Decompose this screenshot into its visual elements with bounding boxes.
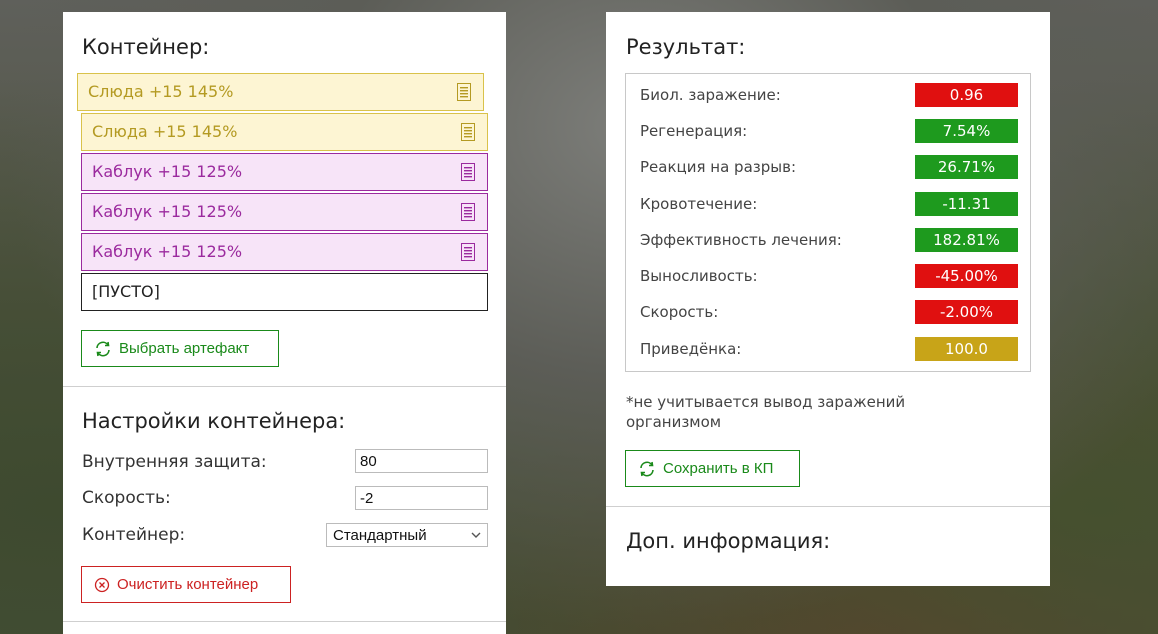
artifact-slot-label: Каблук +15 125% [92,202,243,221]
divider [606,506,1050,507]
artifact-slot-label: Слюда +15 145% [88,82,234,101]
result-value: 26.71% [915,155,1018,179]
result-row: Кровотечение: -11.31 [626,183,1030,219]
result-value: 100.0 [915,337,1018,361]
result-label: Скорость: [640,303,719,321]
result-row: Эффективность лечения: 182.81% [626,219,1030,255]
result-row: Регенерация: 7.54% [626,110,1030,146]
chevron-down-icon [471,532,481,538]
document-icon[interactable] [457,83,471,101]
result-label: Эффективность лечения: [640,231,842,249]
extra-info-title: Доп. информация: [626,529,831,553]
document-icon[interactable] [461,243,475,261]
result-title: Результат: [626,35,746,59]
clear-container-button[interactable]: Очистить контейнер [81,566,291,603]
result-label: Кровотечение: [640,195,758,213]
settings-title: Настройки контейнера: [82,409,346,433]
container-type-label: Контейнер: [82,525,186,545]
close-circle-icon [94,577,110,592]
artifact-slot[interactable]: Слюда +15 145% [81,113,488,151]
results-table: Биол. заражение: 0.96 Регенерация: 7.54%… [625,73,1031,372]
refresh-icon [96,341,110,356]
empty-slot[interactable]: [ПУСТО] [81,273,488,311]
empty-slot-label: [ПУСТО] [92,282,160,301]
document-icon[interactable] [461,203,475,221]
container-title: Контейнер: [82,35,210,59]
result-value: -2.00% [915,300,1018,324]
artifact-slot[interactable]: Каблук +15 125% [81,153,488,191]
artifact-slot-label: Каблук +15 125% [92,162,243,181]
document-icon[interactable] [461,163,475,181]
save-to-kp-button[interactable]: Сохранить в КП [625,450,800,487]
container-panel: Контейнер: Слюда +15 145% Слюда +15 145%… [63,12,506,634]
container-type-value: Стандартный [333,526,427,544]
result-value: 182.81% [915,228,1018,252]
divider [63,621,506,622]
internal-protection-input[interactable] [355,449,488,473]
internal-protection-label: Внутренняя защита: [82,452,267,472]
artifact-slot[interactable]: Каблук +15 125% [81,233,488,271]
refresh-icon [640,461,654,476]
result-row: Приведёнка: 100.0 [626,328,1030,364]
result-label: Приведёнка: [640,340,742,358]
divider [63,386,506,387]
result-label: Регенерация: [640,122,748,140]
save-to-kp-label: Сохранить в КП [663,460,774,477]
result-row: Реакция на разрыв: 26.71% [626,146,1030,182]
container-type-select[interactable]: Стандартный [326,523,488,547]
result-value: -45.00% [915,264,1018,288]
result-value: -11.31 [915,192,1018,216]
select-artifact-label: Выбрать артефакт [119,340,250,357]
speed-input[interactable] [355,486,488,510]
result-label: Реакция на разрыв: [640,158,796,176]
result-row: Скорость: -2.00% [626,291,1030,327]
result-value: 7.54% [915,119,1018,143]
result-label: Выносливость: [640,267,758,285]
artifact-slot-label: Каблук +15 125% [92,242,243,261]
select-artifact-button[interactable]: Выбрать артефакт [81,330,279,367]
result-label: Биол. заражение: [640,86,781,104]
speed-label: Скорость: [82,488,171,508]
clear-container-label: Очистить контейнер [117,576,259,593]
artifact-slot[interactable]: Слюда +15 145% [77,73,484,111]
artifact-slot[interactable]: Каблук +15 125% [81,193,488,231]
artifact-slot-label: Слюда +15 145% [92,122,238,141]
document-icon[interactable] [461,123,475,141]
result-note: *не учитывается вывод заражений организм… [626,393,906,431]
result-row: Выносливость: -45.00% [626,255,1030,291]
result-value: 0.96 [915,83,1018,107]
result-panel: Результат: Биол. заражение: 0.96 Регенер… [606,12,1050,586]
result-row: Биол. заражение: 0.96 [626,74,1030,110]
